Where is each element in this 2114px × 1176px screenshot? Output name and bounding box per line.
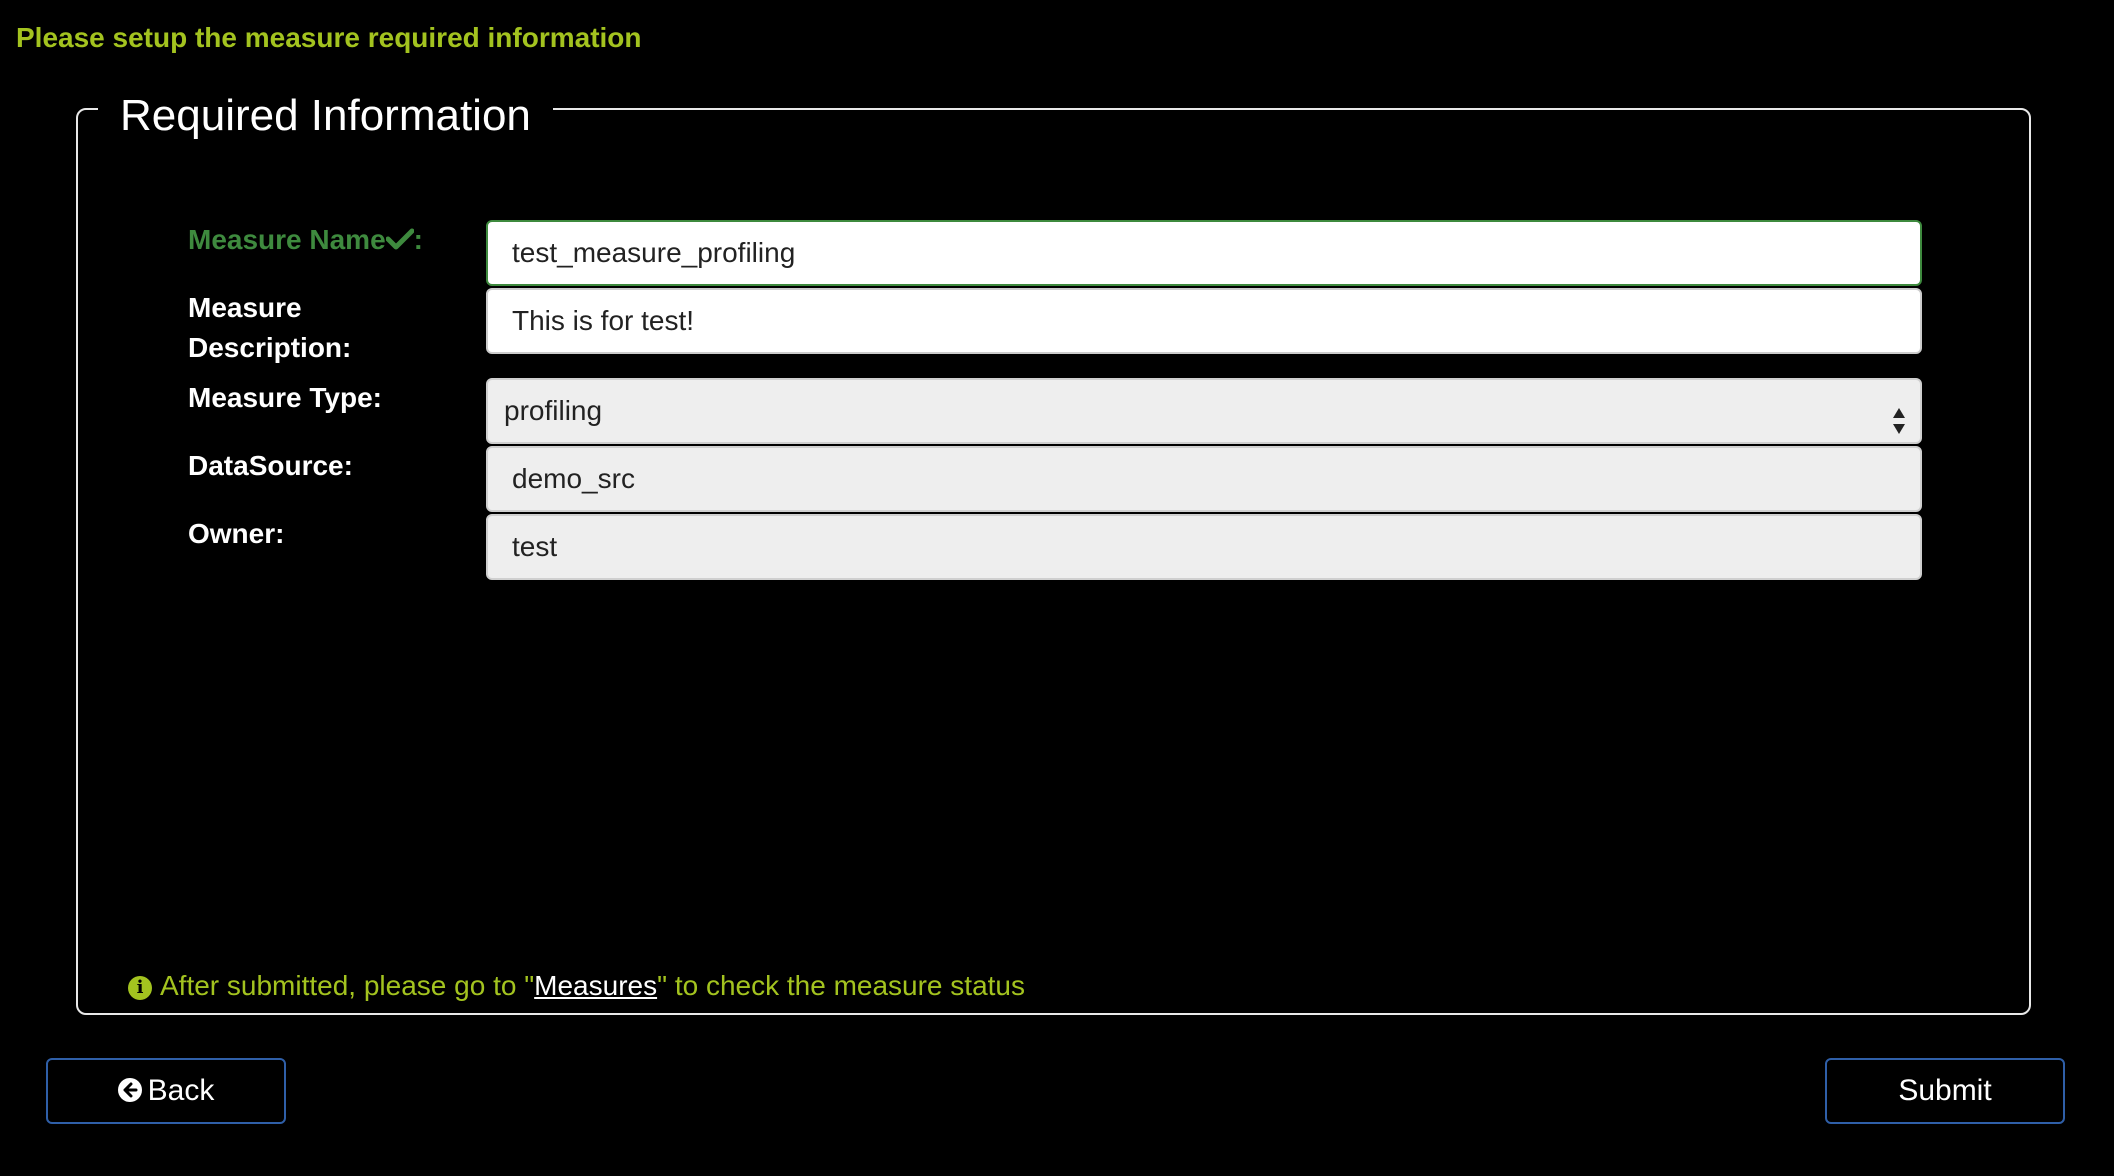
info-suffix: " to check the measure status (657, 970, 1025, 1001)
info-prefix: After submitted, please go to " (160, 970, 535, 1001)
submit-button[interactable]: Submit (1825, 1058, 2065, 1124)
info-circle-icon: i (128, 976, 152, 1000)
measure-name-label: Measure Name: (188, 220, 478, 260)
datasource-label: DataSource: (188, 450, 353, 481)
select-arrows-icon (1892, 396, 1906, 434)
measure-description-input[interactable] (486, 288, 1922, 354)
measures-link[interactable]: Measures (534, 970, 657, 1001)
required-info-legend: Required Information (98, 88, 553, 144)
measure-type-selected: profiling (504, 395, 603, 426)
measure-name-label-suffix: : (413, 224, 423, 255)
back-label: Back (147, 1074, 215, 1107)
measure-type-select[interactable]: profiling (486, 378, 1922, 444)
measure-type-label: Measure Type: (188, 382, 382, 413)
checkmark-icon (385, 224, 415, 255)
measure-name-label-text: Measure Name (188, 224, 386, 255)
page-heading: Please setup the measure required inform… (16, 22, 642, 53)
back-button[interactable]: Back (46, 1058, 286, 1124)
owner-input[interactable] (486, 514, 1922, 580)
measure-description-label: Measure Description: (188, 292, 352, 363)
measure-name-input[interactable] (486, 220, 1922, 286)
arrow-circle-left-icon (117, 1078, 142, 1102)
datasource-input[interactable] (486, 446, 1922, 512)
owner-label: Owner: (188, 518, 285, 549)
info-message: i After submitted, please go to "Measures… (128, 966, 1025, 1006)
